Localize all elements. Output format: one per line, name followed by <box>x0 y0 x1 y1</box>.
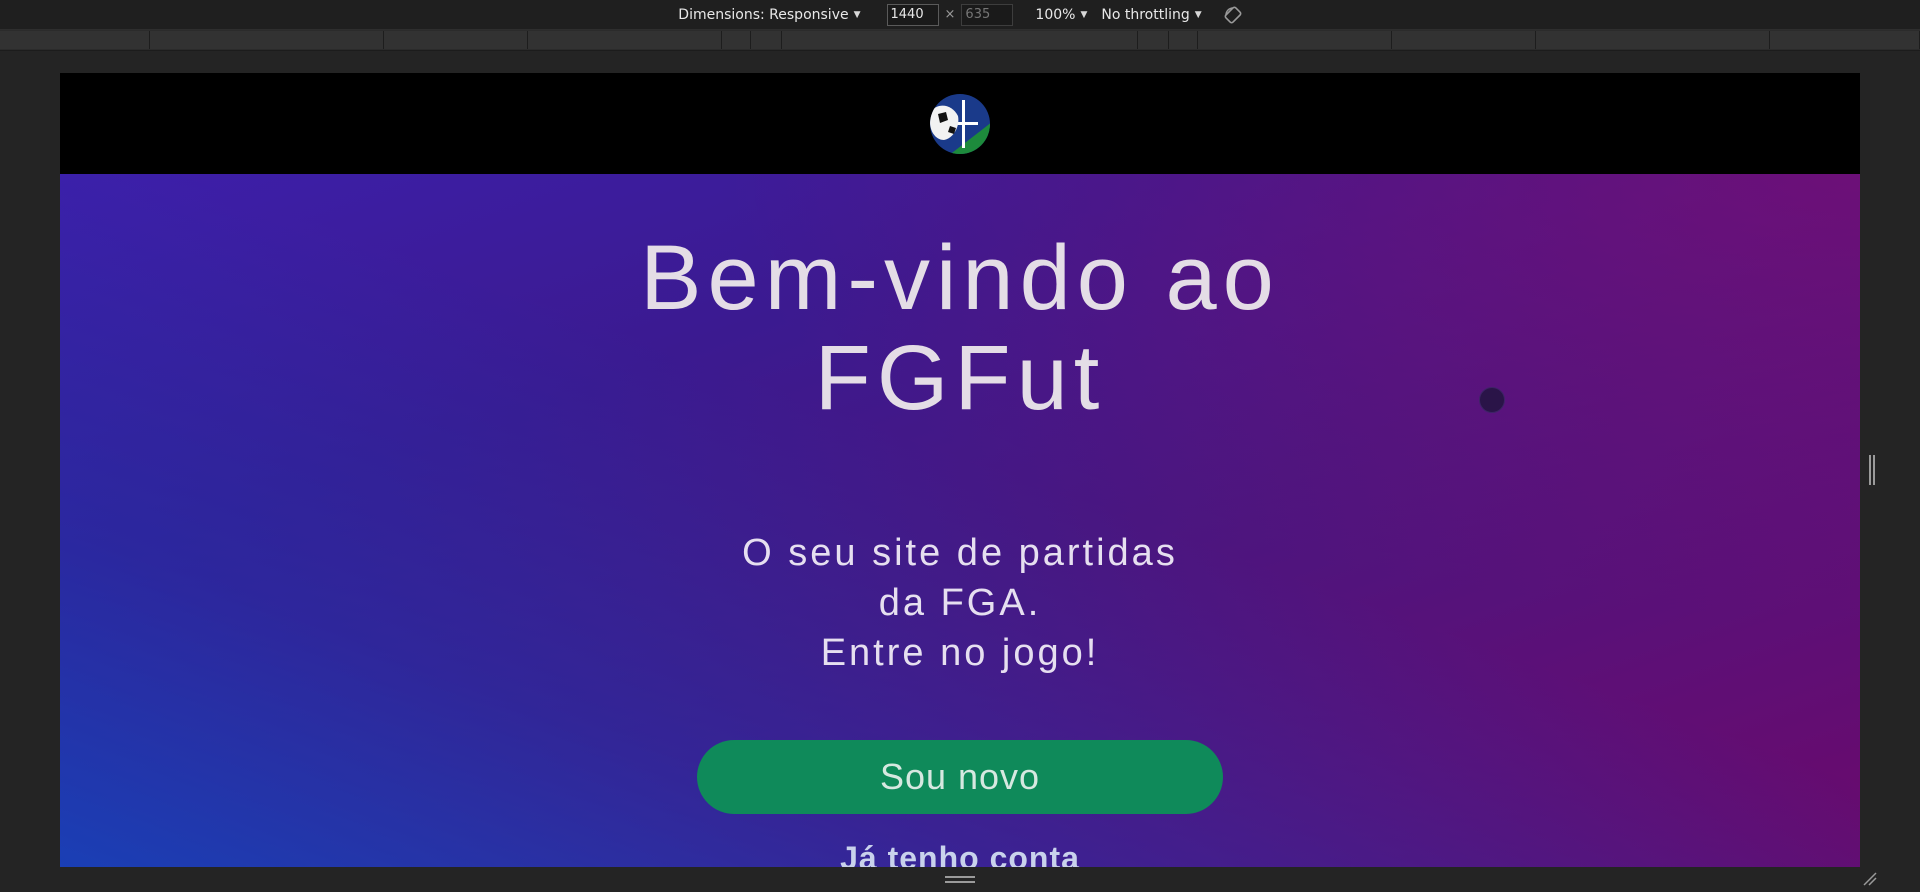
new-user-button[interactable]: Sou novo <box>697 740 1223 814</box>
chevron-down-icon: ▼ <box>853 9 861 20</box>
resize-corner-icon[interactable] <box>1862 871 1878 887</box>
fgfut-logo-icon[interactable] <box>928 92 992 156</box>
media-query-segment[interactable] <box>1392 31 1537 49</box>
media-query-segment[interactable] <box>1138 31 1170 49</box>
throttling-label: No throttling <box>1101 6 1190 23</box>
chevron-down-icon: ▼ <box>1080 9 1088 20</box>
media-query-segment[interactable] <box>150 31 384 49</box>
height-input[interactable] <box>961 3 1014 26</box>
hero-title: Bem-vindo ao FGFut <box>640 227 1280 429</box>
media-query-segment[interactable] <box>383 31 528 49</box>
media-query-segment[interactable] <box>1169 31 1199 49</box>
device-viewport: Bem-vindo ao FGFut O seu site de partida… <box>60 73 1860 867</box>
media-query-segment[interactable] <box>1769 31 1920 49</box>
rotate-icon[interactable] <box>1224 6 1242 24</box>
resize-handle-bottom[interactable] <box>945 876 975 884</box>
times-separator: × <box>944 7 956 22</box>
mouse-cursor-icon <box>1479 387 1505 413</box>
resize-handle-right[interactable] <box>1869 455 1875 485</box>
dimensions-dropdown[interactable]: Dimensions: Responsive ▼ <box>678 7 860 23</box>
zoom-dropdown[interactable]: 100% ▼ <box>1035 7 1087 23</box>
dimensions-label: Dimensions: Responsive <box>678 6 849 23</box>
throttling-dropdown[interactable]: No throttling ▼ <box>1101 7 1201 23</box>
media-query-segment[interactable] <box>781 31 1139 49</box>
media-query-segment[interactable] <box>527 31 722 49</box>
media-query-segment[interactable] <box>1536 31 1770 49</box>
hero-subtitle-line: Entre no jogo! <box>820 632 1100 674</box>
hero-section: Bem-vindo ao FGFut O seu site de partida… <box>60 174 1860 867</box>
media-query-segment[interactable] <box>1198 31 1393 49</box>
media-query-segment[interactable] <box>721 31 751 49</box>
hero-subtitle: O seu site de partidas da FGA. Entre no … <box>720 528 1200 678</box>
media-query-segment[interactable] <box>0 31 151 49</box>
device-toolbar: Dimensions: Responsive ▼ × 100% ▼ No thr… <box>0 0 1920 30</box>
zoom-label: 100% <box>1035 6 1076 23</box>
media-query-bar <box>0 30 1920 51</box>
site-header <box>60 73 1860 174</box>
hero-subtitle-line: O seu site de partidas da FGA. <box>742 532 1178 624</box>
chevron-down-icon: ▼ <box>1194 9 1202 20</box>
login-link[interactable]: Já tenho conta <box>840 840 1080 867</box>
width-input[interactable] <box>886 3 939 26</box>
media-query-segment[interactable] <box>750 31 782 49</box>
